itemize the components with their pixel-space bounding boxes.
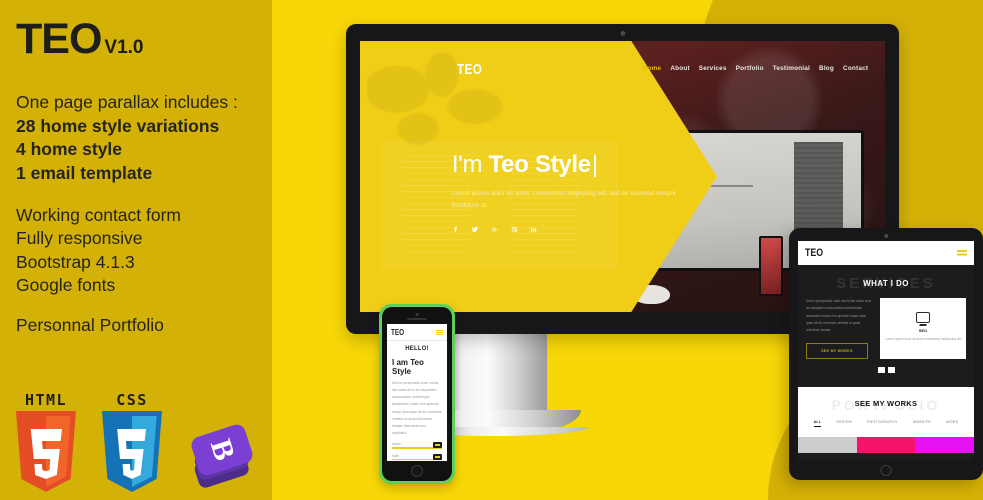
services-title: WHAT I DO xyxy=(863,279,909,288)
tablet-home-button[interactable] xyxy=(880,465,892,476)
tablet-site-logo[interactable]: TEO xyxy=(805,247,823,259)
html5-logo: HTML xyxy=(10,391,82,492)
portfolio-thumbnails xyxy=(798,436,974,453)
bootstrap-logo-icon: B xyxy=(182,414,262,494)
hero-title: I'm Teo Style| xyxy=(451,151,704,179)
services-paragraph: Sed ut perspiciatis unde omnis iste natu… xyxy=(806,299,872,333)
hero-content: I'm Teo Style| Lorem ipsum dolor sit ame… xyxy=(451,151,704,233)
tablet-camera-icon xyxy=(884,234,888,238)
tablet-services-section: SERVICES WHAT I DO Sed ut perspiciatis u… xyxy=(798,265,974,383)
nav-item-services[interactable]: Services xyxy=(699,65,727,72)
phone-field-name-button[interactable] xyxy=(433,442,442,449)
tablet-portfolio-section: PORTFOLIO SEE MY WORKS ALL DESIGN PHOTOG… xyxy=(798,386,974,453)
feature-category: Personnal Portfolio xyxy=(16,314,314,338)
facebook-icon[interactable] xyxy=(452,226,459,233)
phone-title: I am Teo Style xyxy=(392,358,424,376)
tech-logo-row: HTML CSS B xyxy=(10,391,262,492)
linkedin-icon[interactable] xyxy=(530,226,537,233)
phone-field-name[interactable]: Name : xyxy=(387,442,447,449)
tablet-device: TEO SERVICES WHAT I DO Sed ut perspiciat… xyxy=(789,228,983,480)
filter-tab-photography[interactable]: PHOTOGRAPHY xyxy=(867,420,898,427)
hamburger-menu-icon[interactable] xyxy=(957,249,967,257)
phone-field-mail-button[interactable] xyxy=(433,453,442,460)
dribbble-icon[interactable] xyxy=(511,226,518,233)
photo-phone xyxy=(759,236,783,296)
hero-social-links xyxy=(452,226,704,233)
phone-home-button[interactable] xyxy=(411,465,423,477)
monitor-icon xyxy=(916,312,930,323)
phone-site-logo[interactable]: TEO xyxy=(391,328,404,337)
nav-item-about[interactable]: About xyxy=(670,65,689,72)
service-card-text: Lorem ipsum dolor sit amet consectetur a… xyxy=(885,337,961,341)
tablet-screen: TEO SERVICES WHAT I DO Sed ut perspiciat… xyxy=(798,241,974,460)
feature-detail-1: Fully responsive xyxy=(16,228,143,249)
nav-item-home[interactable]: Home xyxy=(643,65,662,72)
product-logo: TEO V1.0 xyxy=(16,18,314,61)
html5-shield-icon xyxy=(10,411,82,492)
hamburger-menu-icon[interactable] xyxy=(436,330,443,335)
carousel-controls xyxy=(806,366,966,373)
filter-tab-all[interactable]: ALL xyxy=(813,420,822,427)
phone-body: TEO HELLO! I am Teo Style Sed ut perspic… xyxy=(382,307,452,481)
phone-screen: TEO HELLO! I am Teo Style Sed ut perspic… xyxy=(387,324,447,461)
portfolio-title: SEE MY WORKS xyxy=(854,398,918,408)
imac-camera-icon xyxy=(620,31,625,36)
filter-tab-website[interactable]: WEBSITE xyxy=(913,420,931,427)
portfolio-filter-tabs: ALL DESIGN PHOTOGRAPHY WEBSITE WORK xyxy=(798,420,974,427)
nav-item-portfolio[interactable]: Portfolio xyxy=(736,65,764,72)
twitter-icon[interactable] xyxy=(471,226,479,233)
carousel-prev-button[interactable] xyxy=(877,366,885,373)
feature-details: Working contact form Fully responsive Bo… xyxy=(16,204,314,299)
tablet-navbar: TEO xyxy=(798,241,974,265)
portfolio-thumb-2[interactable] xyxy=(915,436,974,453)
filter-tab-work[interactable]: WORK xyxy=(946,420,958,427)
features-intro: One page parallax includes : xyxy=(16,92,238,112)
hero-title-strong: Teo Style xyxy=(488,151,592,179)
services-text-column: Sed ut perspiciatis unde omnis iste natu… xyxy=(806,298,872,359)
feature-highlights: One page parallax includes : 28 home sty… xyxy=(16,91,314,186)
service-card-seo[interactable]: SEO Lorem ipsum dolor sit amet consectet… xyxy=(880,298,966,359)
see-my-works-button[interactable]: SEE MY WORKS xyxy=(806,342,868,359)
filter-tab-design[interactable]: DESIGN xyxy=(837,420,852,427)
feature-highlight-0: 28 home style variations xyxy=(16,115,220,136)
phone-camera-icon xyxy=(415,313,419,316)
nav-item-contact[interactable]: Contact xyxy=(843,65,868,72)
hero-subtitle: Lorem ipsum dolor sit amet, consectetur … xyxy=(451,189,677,209)
phone-paragraph: Sed ut perspiciatis unde omnis iste natu… xyxy=(392,381,442,435)
desktop-navbar: Home About Services Portfolio Testimonia… xyxy=(643,65,868,72)
promo-banner: TEO V1.0 One page parallax includes : 28… xyxy=(0,0,983,500)
phone-navbar: TEO xyxy=(387,324,447,341)
service-card-title: SEO xyxy=(918,328,928,333)
carousel-next-button[interactable] xyxy=(887,366,895,373)
css3-label: CSS xyxy=(116,391,148,409)
css3-logo: CSS xyxy=(96,391,168,492)
phone-speaker-icon xyxy=(407,318,427,320)
css3-shield-icon xyxy=(96,411,168,492)
feature-detail-3: Google fonts xyxy=(16,275,116,296)
portfolio-thumb-1[interactable] xyxy=(856,436,916,453)
nav-item-blog[interactable]: Blog xyxy=(819,65,834,72)
hero-title-prefix: I'm xyxy=(451,151,489,179)
product-version: V1.0 xyxy=(104,37,144,58)
hero-typing-caret: | xyxy=(591,151,598,179)
feature-detail-2: Bootstrap 4.1.3 xyxy=(16,251,135,272)
product-name: TEO xyxy=(16,15,102,63)
services-columns: Sed ut perspiciatis unde omnis iste natu… xyxy=(806,298,966,359)
category-label: Personnal Portfolio xyxy=(16,315,164,335)
phone-field-mail[interactable]: Mail : xyxy=(387,453,447,461)
feature-detail-0: Working contact form xyxy=(16,204,182,225)
portfolio-thumb-0[interactable] xyxy=(798,436,857,453)
nav-item-testimonial[interactable]: Testimonial xyxy=(773,65,810,72)
google-plus-icon[interactable] xyxy=(491,226,499,233)
phone-device: TEO HELLO! I am Teo Style Sed ut perspic… xyxy=(379,304,455,484)
html5-label: HTML xyxy=(24,391,68,409)
phone-eyebrow: HELLO! xyxy=(405,346,429,352)
desktop-site-logo[interactable]: TEO xyxy=(457,61,482,78)
feature-highlight-1: 4 home style xyxy=(16,139,123,160)
feature-highlight-2: 1 email template xyxy=(16,162,153,183)
